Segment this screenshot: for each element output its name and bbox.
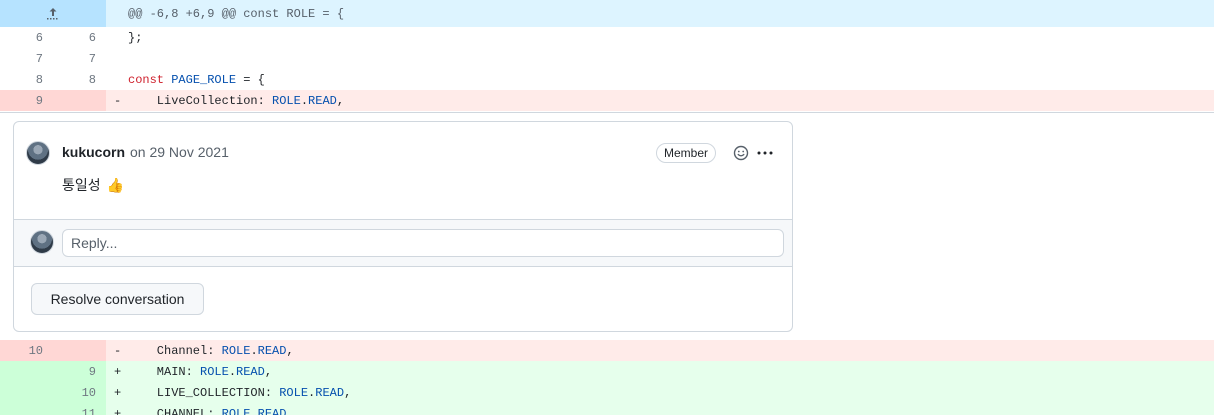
resolve-conversation-button[interactable]: Resolve conversation xyxy=(31,283,204,315)
reply-bar: Reply... xyxy=(14,219,792,267)
diff-line: 88 const PAGE_ROLE = { xyxy=(0,69,1214,90)
expand-up-button[interactable] xyxy=(0,0,106,27)
review-thread: kukucorn on 29 Nov 2021 Member 통일성 👍 Rep… xyxy=(13,121,793,332)
diff-sign: - xyxy=(114,93,122,108)
code-pre: CHANNEL: xyxy=(128,406,222,415)
code-identifier: ROLE xyxy=(279,385,309,400)
code-identifier: READ xyxy=(236,364,265,379)
old-line-number[interactable]: 9 xyxy=(0,94,53,108)
diff-sign: - xyxy=(114,343,122,358)
kebab-horizontal-icon xyxy=(757,151,773,155)
new-line-number[interactable]: 6 xyxy=(53,31,106,45)
code-identifier: ROLE xyxy=(200,364,229,379)
diff-line: 77 xyxy=(0,48,1214,69)
diff-line-added: 11 + CHANNEL: ROLE.READ xyxy=(0,403,1214,415)
code-identifier: READ xyxy=(257,406,287,415)
old-line-number[interactable]: 7 xyxy=(0,52,53,66)
code-pre: LiveCollection: xyxy=(128,93,273,108)
review-thread-row: kukucorn on 29 Nov 2021 Member 통일성 👍 Rep… xyxy=(0,112,1214,339)
code-identifier: ROLE xyxy=(221,343,251,358)
old-line-number[interactable]: 6 xyxy=(0,31,53,45)
review-comment: kukucorn on 29 Nov 2021 Member 통일성 👍 xyxy=(14,122,792,220)
code-identifier: ROLE xyxy=(272,93,301,108)
code-end: , xyxy=(336,93,345,108)
member-badge: Member xyxy=(656,143,717,163)
reply-input[interactable]: Reply... xyxy=(62,229,784,257)
avatar xyxy=(30,230,54,254)
new-line-number[interactable]: 8 xyxy=(53,73,106,87)
code-text: const PAGE_ROLE = { xyxy=(128,73,265,87)
new-line-number[interactable]: 7 xyxy=(53,52,106,66)
comment-timestamp[interactable]: on 29 Nov 2021 xyxy=(130,144,229,160)
code-text: Channel: ROLE.READ, xyxy=(128,343,294,358)
code-identifier: READ xyxy=(315,385,345,400)
code-text: LIVE_COLLECTION: ROLE.READ, xyxy=(128,385,352,400)
diff-line-added: 9 + MAIN: ROLE.READ, xyxy=(0,361,1214,382)
diff-sign: + xyxy=(114,364,122,379)
code-text: LiveCollection: ROLE.READ, xyxy=(128,94,344,108)
new-line-number[interactable]: 11 xyxy=(53,407,106,415)
code-pre: Channel: xyxy=(128,343,222,358)
hunk-header: @@ -6,8 +6,9 @@ const ROLE = { xyxy=(0,0,1214,27)
old-line-number[interactable]: 10 xyxy=(0,344,53,358)
diff-sign: + xyxy=(114,406,122,415)
code-pre: LIVE_COLLECTION: xyxy=(128,385,280,400)
thumbs-up-emoji: 👍 xyxy=(106,177,124,193)
code-text: }; xyxy=(128,30,143,45)
avatar[interactable] xyxy=(26,141,50,165)
comment-options-button[interactable] xyxy=(754,143,776,163)
hunk-header-text: @@ -6,8 +6,9 @@ const ROLE = { xyxy=(128,6,345,21)
new-line-number[interactable]: 10 xyxy=(53,386,106,400)
code-identifier: READ xyxy=(308,93,337,108)
comment-body: 통일성 👍 xyxy=(62,175,124,195)
diff-line-deleted: 10 - Channel: ROLE.READ, xyxy=(0,340,1214,361)
code-end: , xyxy=(286,343,294,358)
code-identifier: READ xyxy=(257,343,287,358)
code-text: CHANNEL: ROLE.READ xyxy=(128,406,287,415)
code-end: , xyxy=(344,385,352,400)
diff-line-deleted: 9 - LiveCollection: ROLE.READ, xyxy=(0,90,1214,111)
code-rest: = { xyxy=(236,72,265,87)
code-identifier: ROLE xyxy=(221,406,251,415)
code-text: MAIN: ROLE.READ, xyxy=(128,364,273,379)
code-pre: MAIN: xyxy=(128,364,201,379)
code-dot: . xyxy=(300,93,309,108)
code-keyword: const xyxy=(128,72,165,87)
add-reaction-button[interactable] xyxy=(731,143,751,163)
new-line-number[interactable]: 9 xyxy=(53,365,106,379)
diff-sign: + xyxy=(114,385,122,400)
code-identifier: PAGE_ROLE xyxy=(171,72,237,87)
comment-text: 통일성 xyxy=(62,177,101,193)
diff-line: 66 }; xyxy=(0,27,1214,48)
code-end: , xyxy=(264,364,273,379)
comment-author[interactable]: kukucorn xyxy=(62,144,125,160)
expand-up-icon xyxy=(47,7,58,19)
diff-line-added: 10 + LIVE_COLLECTION: ROLE.READ, xyxy=(0,382,1214,403)
old-line-number[interactable]: 8 xyxy=(0,73,53,87)
smiley-icon xyxy=(733,145,749,161)
